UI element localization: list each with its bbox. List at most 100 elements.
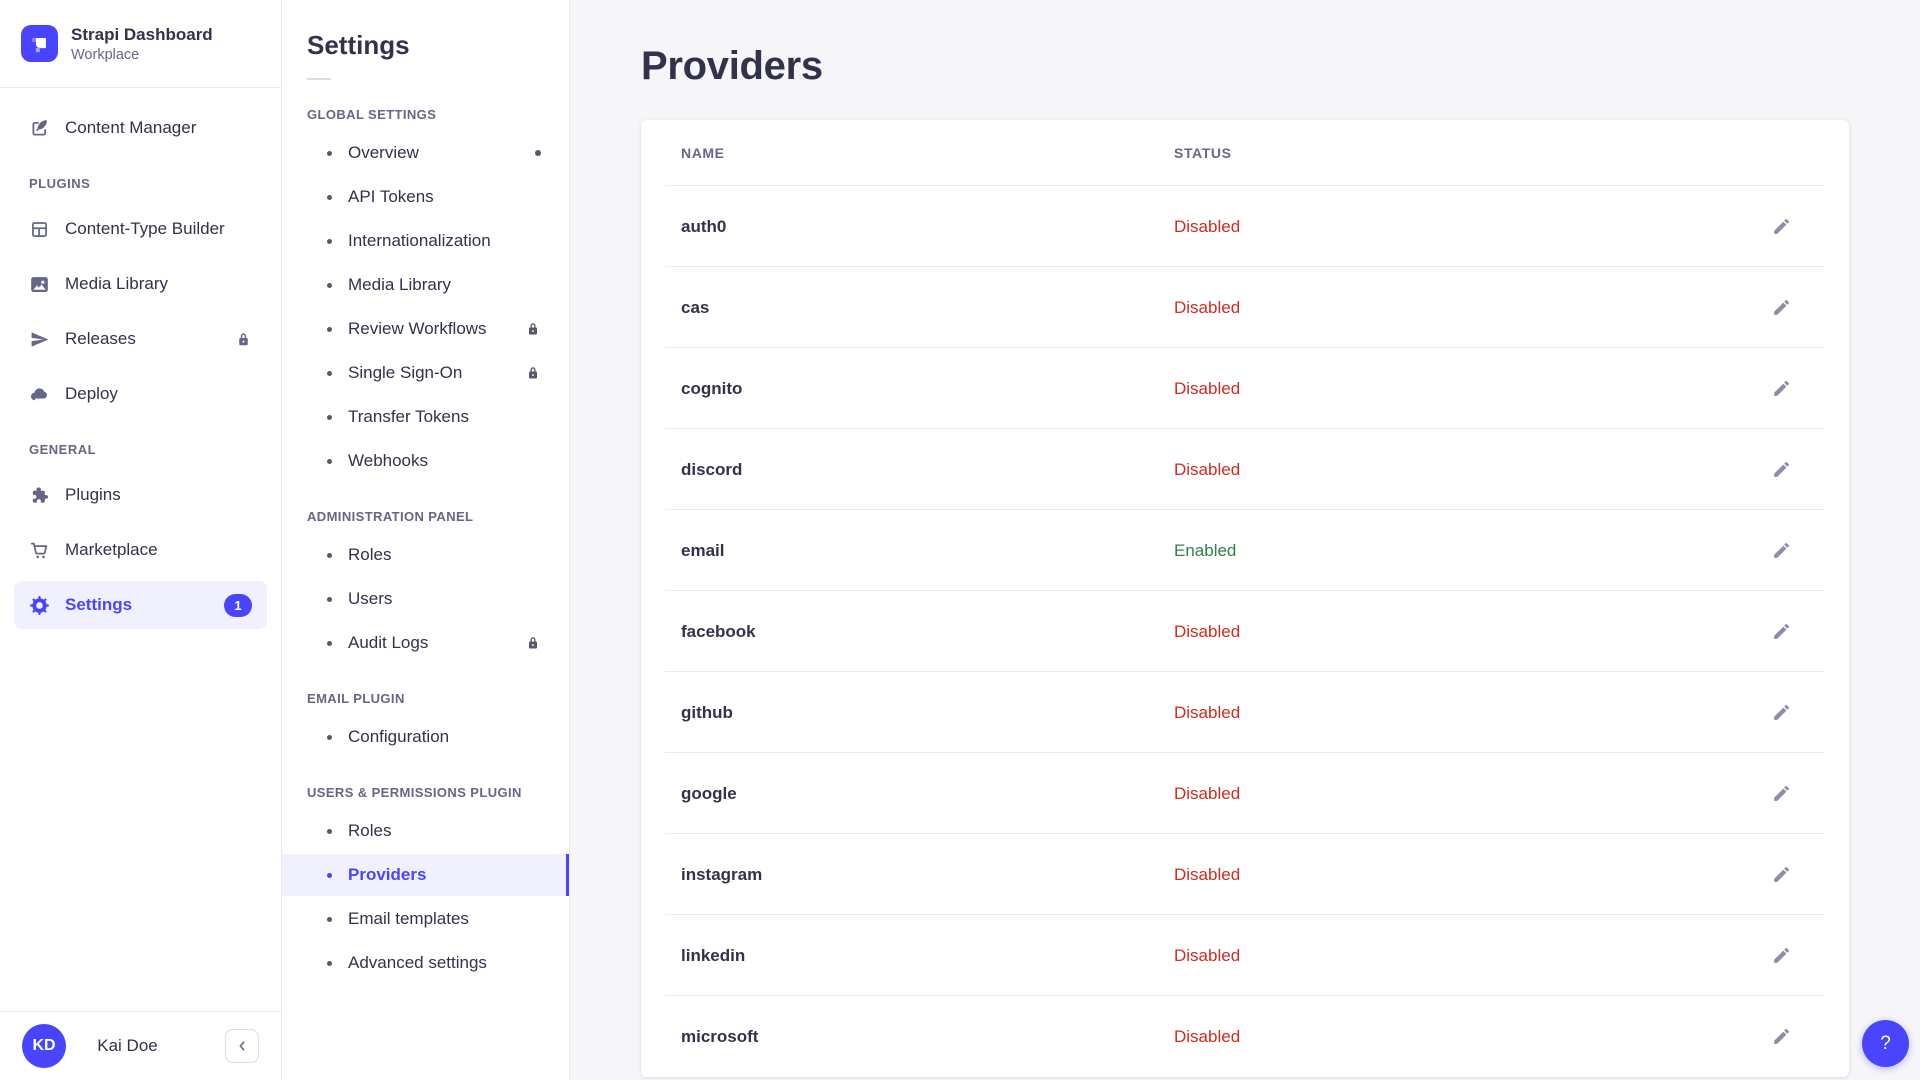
subnav-item-label: Configuration (348, 727, 449, 747)
edit-provider-button[interactable] (1764, 696, 1798, 730)
subnav-section-label: USERS & PERMISSIONS PLUGIN (307, 785, 544, 800)
pencil-icon (1771, 216, 1792, 237)
sidebar-item-label: Media Library (65, 274, 168, 294)
lock-icon (525, 365, 541, 381)
sidebar-item-content-manager[interactable]: Content Manager (14, 104, 267, 152)
bullet-icon (327, 553, 332, 558)
edit-provider-button[interactable] (1764, 210, 1798, 244)
settings-nav-item-providers[interactable]: Providers (282, 854, 569, 896)
settings-nav-item-api-tokens[interactable]: API Tokens (282, 176, 569, 218)
pencil-icon (1771, 297, 1792, 318)
bullet-icon (327, 195, 332, 200)
pencil-icon (1771, 864, 1792, 885)
sidebar-item-label: Marketplace (65, 540, 158, 560)
provider-status: Disabled (1174, 865, 1753, 885)
edit-provider-button[interactable] (1764, 939, 1798, 973)
provider-status: Enabled (1174, 541, 1753, 561)
page-title: Providers (641, 44, 1849, 89)
sidebar-item-deploy[interactable]: Deploy (14, 370, 267, 418)
settings-nav-item-configuration[interactable]: Configuration (282, 716, 569, 758)
settings-nav-item-audit-logs[interactable]: Audit Logs (282, 622, 569, 664)
subnav-item-label: Roles (348, 545, 391, 565)
sidebar-item-plugins[interactable]: Plugins (14, 471, 267, 519)
edit-provider-button[interactable] (1764, 858, 1798, 892)
settings-subnav: Settings GLOBAL SETTINGSOverviewAPI Toke… (282, 0, 570, 1080)
settings-nav-item-review-workflows[interactable]: Review Workflows (282, 308, 569, 350)
pencil-icon (1771, 621, 1792, 642)
settings-nav-item-webhooks[interactable]: Webhooks (282, 440, 569, 482)
sidebar-item-label: Releases (65, 329, 136, 349)
subnav-item-label: Audit Logs (348, 633, 428, 653)
pencil-icon (1771, 1026, 1792, 1047)
sidebar-item-label: Plugins (65, 485, 121, 505)
collapse-sidebar-button[interactable] (225, 1029, 259, 1063)
provider-status: Disabled (1174, 703, 1753, 723)
settings-nav-item-email-templates[interactable]: Email templates (282, 898, 569, 940)
subnav-item-label: Overview (348, 143, 419, 163)
settings-nav-item-media-library[interactable]: Media Library (282, 264, 569, 306)
provider-row: googleDisabled (641, 753, 1849, 834)
edit-provider-button[interactable] (1764, 534, 1798, 568)
column-header-status: STATUS (1174, 145, 1753, 161)
chevron-left-icon (234, 1038, 250, 1054)
settings-nav-item-internationalization[interactable]: Internationalization (282, 220, 569, 262)
provider-name: facebook (681, 622, 1174, 642)
settings-nav-item-single-sign-on[interactable]: Single Sign-On (282, 352, 569, 394)
provider-status: Disabled (1174, 379, 1753, 399)
edit-provider-button[interactable] (1764, 453, 1798, 487)
sidebar-item-label: Content Manager (65, 118, 196, 138)
sidebar-item-label: Content-Type Builder (65, 219, 225, 239)
sidebar-nav: Content Manager PLUGINS Content-Type Build… (0, 88, 281, 1011)
title-divider (307, 78, 331, 80)
settings-nav-item-roles[interactable]: Roles (282, 534, 569, 576)
provider-name: email (681, 541, 1174, 561)
sidebar-item-releases[interactable]: Releases (14, 315, 267, 363)
column-header-name: NAME (681, 145, 1174, 161)
sidebar-footer: KD Kai Doe (0, 1011, 281, 1080)
edit-provider-button[interactable] (1764, 777, 1798, 811)
strapi-logo-icon (21, 25, 58, 62)
sidebar-item-content-type-builder[interactable]: Content-Type Builder (14, 205, 267, 253)
notification-badge: 1 (224, 594, 252, 617)
subnav-item-label: Review Workflows (348, 319, 487, 339)
provider-row: facebookDisabled (641, 591, 1849, 672)
provider-name: auth0 (681, 217, 1174, 237)
provider-name: microsoft (681, 1027, 1174, 1047)
edit-provider-button[interactable] (1764, 372, 1798, 406)
edit-provider-button[interactable] (1764, 1020, 1798, 1054)
bullet-icon (327, 151, 332, 156)
edit-provider-button[interactable] (1764, 615, 1798, 649)
settings-nav-item-advanced-settings[interactable]: Advanced settings (282, 942, 569, 984)
question-mark-icon: ? (1880, 1033, 1891, 1055)
subnav-item-label: Advanced settings (348, 953, 487, 973)
provider-row: auth0Disabled (641, 186, 1849, 267)
user-name: Kai Doe (97, 1036, 157, 1056)
provider-name: instagram (681, 865, 1174, 885)
settings-nav-item-users[interactable]: Users (282, 578, 569, 620)
pencil-icon (1771, 378, 1792, 399)
settings-nav-item-roles[interactable]: Roles (282, 810, 569, 852)
avatar: KD (22, 1024, 66, 1068)
sidebar-item-settings[interactable]: Settings 1 (14, 581, 267, 629)
subnav-item-label: Webhooks (348, 451, 428, 471)
bullet-icon (327, 371, 332, 376)
edit-provider-button[interactable] (1764, 291, 1798, 325)
image-icon (29, 274, 50, 295)
bullet-icon (327, 459, 332, 464)
paper-plane-icon (29, 329, 50, 350)
sidebar-item-label: Settings (65, 595, 132, 615)
sidebar-item-media-library[interactable]: Media Library (14, 260, 267, 308)
notification-dot-icon (535, 150, 541, 156)
bullet-icon (327, 239, 332, 244)
settings-nav-item-transfer-tokens[interactable]: Transfer Tokens (282, 396, 569, 438)
provider-name: github (681, 703, 1174, 723)
sidebar-item-marketplace[interactable]: Marketplace (14, 526, 267, 574)
subnav-item-label: Providers (348, 865, 426, 885)
providers-table: NAME STATUS auth0DisabledcasDisabledcogn… (641, 120, 1849, 1077)
settings-nav-item-overview[interactable]: Overview (282, 132, 569, 174)
provider-status: Disabled (1174, 298, 1753, 318)
lock-icon (525, 321, 541, 337)
sidebar-section-label: PLUGINS (29, 176, 252, 191)
brand-subtitle: Workplace (71, 47, 213, 63)
help-button[interactable]: ? (1862, 1020, 1909, 1067)
